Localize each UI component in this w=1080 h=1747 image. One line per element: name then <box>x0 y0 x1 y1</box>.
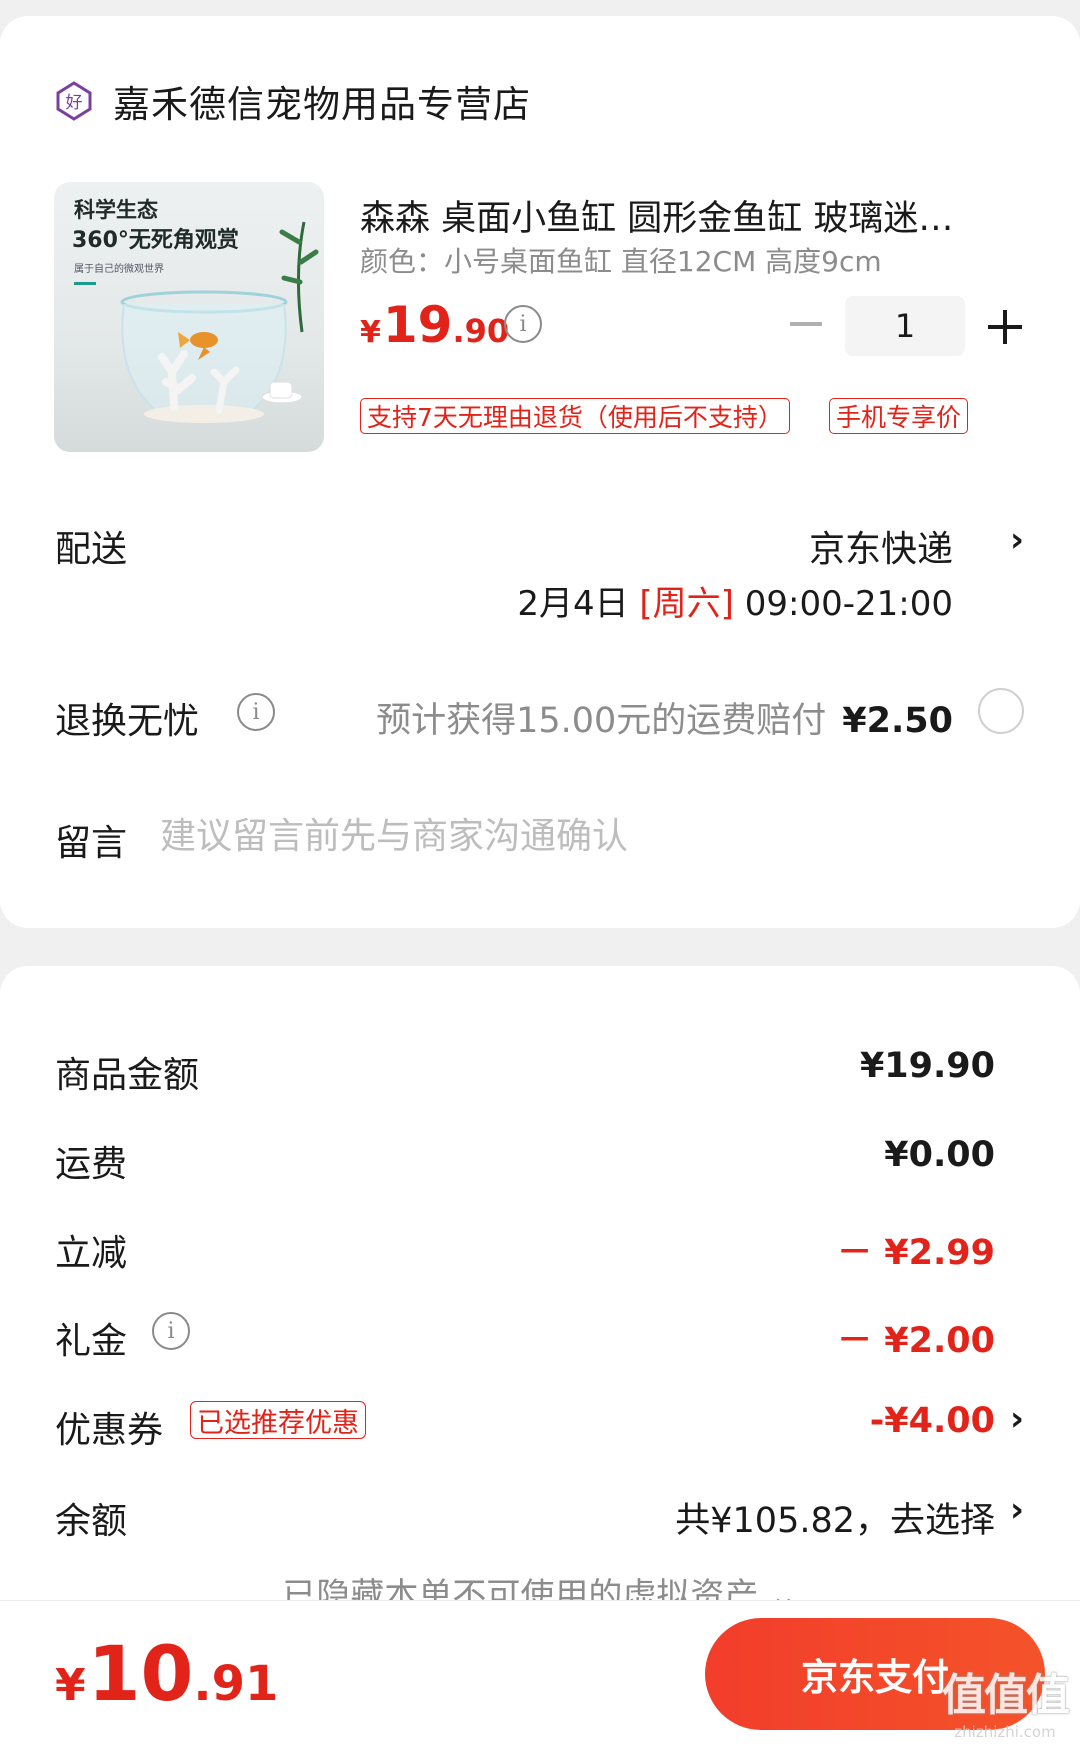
instant-discount-label: 立减 <box>55 1233 128 1274</box>
mobile-price-tag: 手机专享价 <box>829 398 969 434</box>
checkout-bar: ¥ 10 .91 京东支付 值值值 zhizhizhi.com <box>0 1600 1080 1747</box>
message-input[interactable] <box>160 808 1020 864</box>
watermark-logo: 值值值 <box>942 1670 1070 1721</box>
balance-chevron-right-icon[interactable]: › <box>1010 1490 1024 1530</box>
goods-amount-label: 商品金额 <box>55 1055 200 1096</box>
watermark-url: zhizhizhi.com <box>954 1723 1056 1741</box>
return-insurance-info-icon[interactable]: i <box>237 693 275 731</box>
quantity-increase-button[interactable] <box>988 310 1022 344</box>
total-symbol: ¥ <box>55 1660 86 1711</box>
price-decimal: .90 <box>452 312 510 350</box>
delivery-time[interactable]: 2月4日 [周六] 09:00-21:00 <box>517 576 953 625</box>
product-title[interactable]: 森森 桌面小鱼缸 圆形金鱼缸 玻璃迷… <box>360 190 1010 241</box>
return-insurance-desc: 预计获得15.00元的运费赔付 ¥2.50 <box>376 692 953 743</box>
shipping-value: ¥0.00 <box>884 1135 995 1175</box>
total-price: ¥ 10 .91 <box>55 1629 278 1718</box>
gift-money-info-icon[interactable]: i <box>152 1312 190 1350</box>
quantity-value[interactable]: 1 <box>845 296 965 356</box>
watermark: 值值值 zhizhizhi.com <box>942 1659 1070 1741</box>
coupon-value[interactable]: -¥4.00 <box>870 1401 995 1441</box>
return-insurance-price: ¥2.50 <box>842 701 953 741</box>
delivery-chevron-right-icon[interactable]: › <box>1010 520 1024 560</box>
coupon-label: 优惠券 <box>55 1410 164 1451</box>
return-insurance-radio[interactable] <box>978 688 1024 734</box>
order-item-card <box>0 16 1080 928</box>
return-policy-tag: 支持7天无理由退货（使用后不支持） <box>360 398 790 434</box>
total-integer: 10 <box>87 1629 194 1718</box>
delivery-method[interactable]: 京东快递 <box>809 520 953 572</box>
delivery-window: 09:00-21:00 <box>744 584 953 624</box>
hidden-assets-toggle[interactable]: 已隐藏本单不可使用的虚拟资产 ⌄ <box>0 1568 1080 1600</box>
goods-amount-value: ¥19.90 <box>859 1046 995 1086</box>
return-insurance-text: 预计获得15.00元的运费赔付 <box>376 701 827 741</box>
svg-text:好: 好 <box>66 93 83 113</box>
delivery-date: 2月4日 <box>517 584 629 624</box>
coupon-chevron-right-icon[interactable]: › <box>1010 1399 1024 1439</box>
product-spec: 颜色：小号桌面鱼缸 直径12CM 高度9cm <box>360 245 882 278</box>
quantity-decrease-button[interactable] <box>790 322 822 326</box>
store-name: 嘉禾德信宠物用品专营店 <box>113 83 531 126</box>
delivery-weekday: [周六] <box>639 584 734 624</box>
price-integer: 19 <box>382 296 453 354</box>
shipping-label: 运费 <box>55 1144 128 1185</box>
total-decimal: .91 <box>193 1656 279 1712</box>
coupon-recommended-tag: 已选推荐优惠 <box>190 1401 366 1439</box>
message-label: 留言 <box>55 823 128 864</box>
hidden-assets-text: 已隐藏本单不可使用的虚拟资产 ⌄ <box>282 1576 798 1600</box>
store-header[interactable]: 好 嘉禾德信宠物用品专营店 <box>55 74 531 128</box>
balance-value[interactable]: 共¥105.82，去选择 <box>675 1492 995 1543</box>
gift-money-label: 礼金 <box>55 1321 128 1362</box>
instant-discount-value: － ¥2.99 <box>837 1233 995 1273</box>
price-symbol: ¥ <box>360 315 381 350</box>
return-insurance-label: 退换无忧 <box>55 701 200 742</box>
delivery-label: 配送 <box>55 529 128 570</box>
good-store-badge-icon: 好 <box>56 81 92 121</box>
fishbowl-illustration <box>120 221 319 423</box>
product-image[interactable]: 科学生态 360°无死角观赏 属于自己的微观世界 <box>54 182 324 452</box>
product-price: ¥ 19 .90 <box>360 296 509 354</box>
gift-money-value: － ¥2.00 <box>837 1321 995 1361</box>
balance-label: 余额 <box>55 1501 128 1542</box>
price-info-icon[interactable]: i <box>504 305 542 343</box>
